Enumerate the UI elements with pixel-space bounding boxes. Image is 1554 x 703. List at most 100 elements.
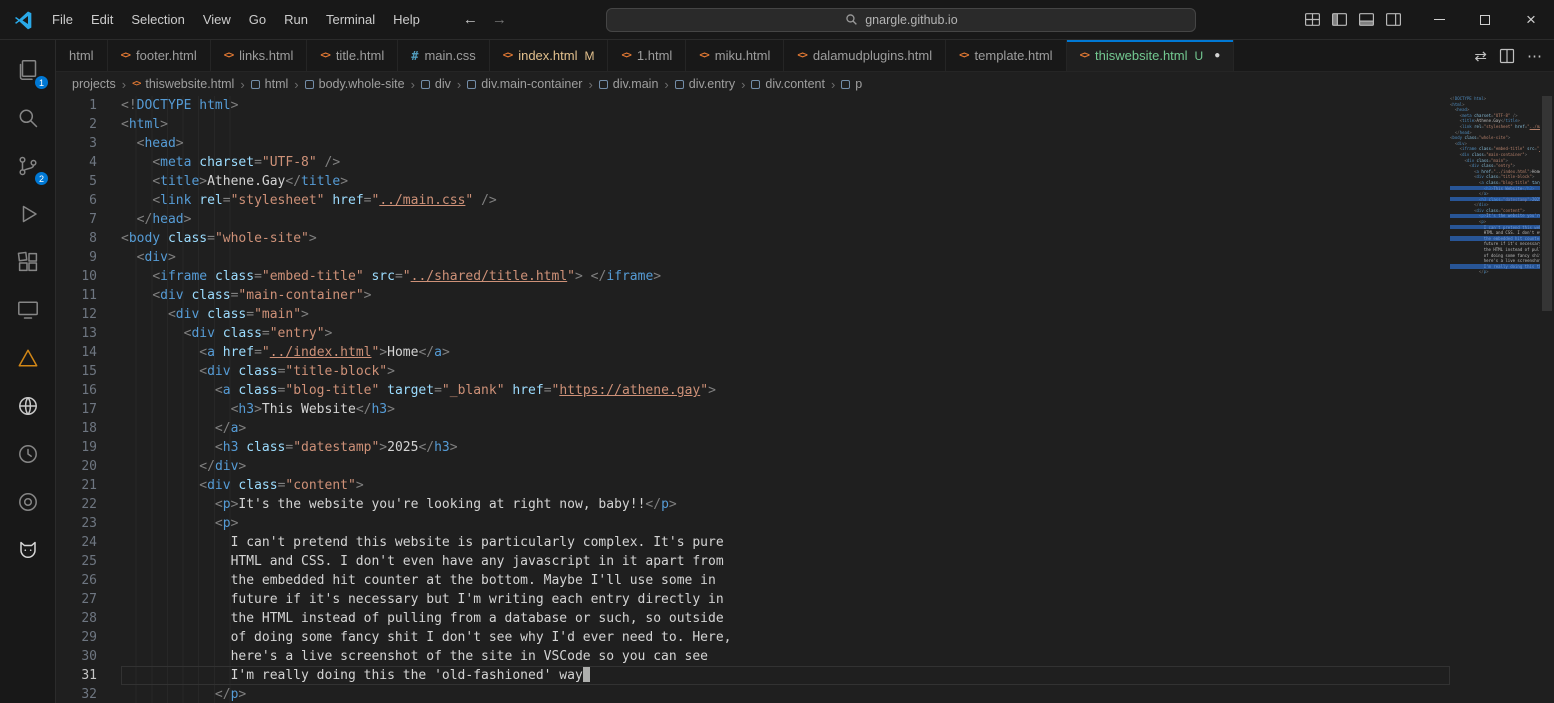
split-editor-icon[interactable] [1499, 48, 1515, 64]
menu-run[interactable]: Run [275, 6, 317, 34]
activity-remote-explorer-icon[interactable] [0, 286, 55, 334]
tab-links.html[interactable]: <>links.html [211, 40, 308, 71]
toggle-panel-icon[interactable] [1358, 11, 1375, 28]
line-number: 13 [56, 324, 121, 343]
activity-extensions-icon[interactable] [0, 238, 55, 286]
breadcrumb-item-div-main[interactable]: div.main [597, 77, 661, 91]
customize-layout-icon[interactable] [1304, 11, 1321, 28]
activity-cat-icon[interactable] [0, 526, 55, 574]
line-number: 27 [56, 590, 121, 609]
back-arrow-icon[interactable]: ← [463, 11, 478, 28]
html-file-icon: <> [1080, 50, 1089, 61]
line-number: 30 [56, 647, 121, 666]
more-actions-icon[interactable]: ⋯ [1527, 47, 1542, 65]
html-file-icon: <> [797, 50, 806, 61]
command-center[interactable]: gnargle.github.io [606, 8, 1196, 32]
tab-index.html[interactable]: <>index.htmlM [490, 40, 609, 71]
menu-terminal[interactable]: Terminal [317, 6, 384, 34]
workbench: 12 html<>footer.html<>links.html<>title.… [0, 40, 1554, 703]
scrollbar[interactable] [1540, 96, 1554, 703]
activity-explorer-icon[interactable]: 1 [0, 46, 55, 94]
activity-bar: 12 [0, 40, 56, 703]
breadcrumb-label: div.entry [689, 77, 735, 91]
tab-html[interactable]: html [56, 40, 108, 71]
symbol-icon [305, 80, 314, 89]
activity-search-icon[interactable] [0, 94, 55, 142]
text-cursor [583, 667, 591, 682]
code-line: <html> [121, 115, 1450, 134]
breadcrumb-label: div [435, 77, 451, 91]
breadcrumb: projects › <>thiswebsite.html › html › body.wh… [56, 72, 1554, 96]
activity-run-debug-icon[interactable] [0, 190, 55, 238]
minimap-line: </p> [1450, 269, 1540, 275]
code-line: <h3 class="datestamp">2025</h3> [121, 438, 1450, 457]
menu-edit[interactable]: Edit [82, 6, 122, 34]
tab-miku.html[interactable]: <>miku.html [686, 40, 784, 71]
line-number: 24 [56, 533, 121, 552]
toggle-primary-sidebar-icon[interactable] [1331, 11, 1348, 28]
breadcrumb-label: body.whole-site [319, 77, 405, 91]
toggle-secondary-sidebar-icon[interactable] [1385, 11, 1402, 28]
tab-footer.html[interactable]: <>footer.html [108, 40, 211, 71]
breadcrumb-item-div-entry[interactable]: div.entry [673, 77, 737, 91]
tab-thiswebsite.html[interactable]: <>thiswebsite.htmlU● [1067, 40, 1235, 71]
code-line: </head> [121, 210, 1450, 229]
breadcrumb-item-body-whole-site[interactable]: body.whole-site [303, 77, 407, 91]
breadcrumb-label: p [855, 77, 862, 91]
chevron-right-icon: › [741, 77, 745, 92]
symbol-icon [251, 80, 260, 89]
chevron-right-icon: › [831, 77, 835, 92]
code-line: <head> [121, 134, 1450, 153]
breadcrumb-item-p[interactable]: p [839, 77, 864, 91]
close-button[interactable]: × [1508, 0, 1554, 40]
tab-title.html[interactable]: <>title.html [307, 40, 398, 71]
scrollbar-thumb[interactable] [1542, 96, 1552, 311]
line-number: 20 [56, 457, 121, 476]
code-area[interactable]: <!DOCTYPE html><html> <head> <meta chars… [121, 96, 1450, 703]
dirty-dot-icon[interactable]: ● [1214, 50, 1220, 61]
activity-circle-icon[interactable] [0, 478, 55, 526]
html-file-icon: <> [503, 50, 512, 61]
compare-changes-icon[interactable]: ⇄ [1474, 47, 1487, 65]
minimize-button[interactable] [1416, 0, 1462, 40]
breadcrumb-item-thiswebsite-html[interactable]: <>thiswebsite.html [130, 77, 236, 91]
tab-template.html[interactable]: <>template.html [946, 40, 1067, 71]
menu-file[interactable]: File [43, 6, 82, 34]
menu-go[interactable]: Go [240, 6, 275, 34]
menu-help[interactable]: Help [384, 6, 429, 34]
line-number: 5 [56, 172, 121, 191]
activity-globe-icon[interactable] [0, 382, 55, 430]
search-icon [845, 13, 858, 26]
symbol-icon [841, 80, 850, 89]
line-number: 29 [56, 628, 121, 647]
minimap[interactable]: <!DOCTYPE html><html> <head> <meta chars… [1450, 96, 1540, 703]
tab-1.html[interactable]: <>1.html [608, 40, 686, 71]
breadcrumb-item-div-content[interactable]: div.content [749, 77, 827, 91]
maximize-button[interactable] [1462, 0, 1508, 40]
chevron-right-icon: › [457, 77, 461, 92]
tab-label: html [69, 48, 94, 63]
forward-arrow-icon[interactable]: → [492, 11, 507, 28]
vscode-window: FileEditSelectionViewGoRunTerminalHelp ←… [0, 0, 1554, 703]
breadcrumb-label: html [265, 77, 289, 91]
tab-dalamudplugins.html[interactable]: <>dalamudplugins.html [784, 40, 946, 71]
line-number: 3 [56, 134, 121, 153]
activity-clock-icon[interactable] [0, 430, 55, 478]
tab-main.css[interactable]: #main.css [398, 40, 490, 71]
code-line: <div class="main-container"> [121, 286, 1450, 305]
breadcrumb-item-div[interactable]: div [419, 77, 453, 91]
menu-view[interactable]: View [194, 6, 240, 34]
menu-selection[interactable]: Selection [122, 6, 193, 34]
line-number: 4 [56, 153, 121, 172]
breadcrumb-item-projects[interactable]: projects [70, 77, 118, 91]
breadcrumb-item-html[interactable]: html [249, 77, 291, 91]
line-number: 25 [56, 552, 121, 571]
activity-triangle-icon[interactable] [0, 334, 55, 382]
file-icon: <> [132, 79, 140, 89]
chevron-right-icon: › [664, 77, 668, 92]
code-line: the embedded hit counter at the bottom. … [121, 571, 1450, 590]
activity-source-control-icon[interactable]: 2 [0, 142, 55, 190]
breadcrumb-item-div-main-container[interactable]: div.main-container [465, 77, 584, 91]
symbol-icon [751, 80, 760, 89]
css-file-icon: # [411, 49, 418, 63]
